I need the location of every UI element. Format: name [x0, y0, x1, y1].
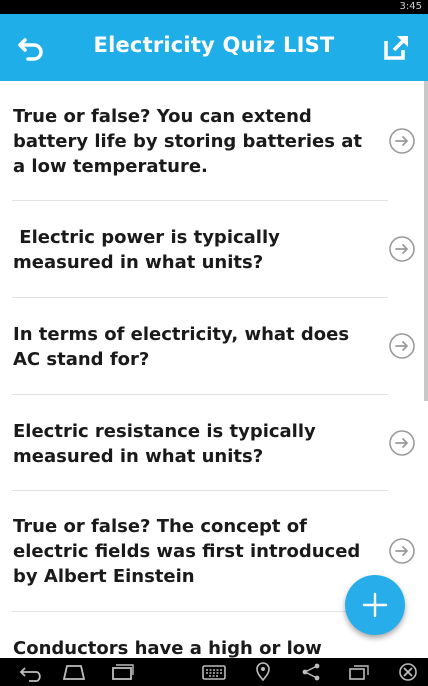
close-circle-icon[interactable]: [394, 662, 422, 682]
back-nav-icon[interactable]: [17, 662, 45, 682]
chevron-right-circle-icon[interactable]: [388, 429, 416, 457]
status-bar: 3:45: [0, 0, 428, 14]
open-external-icon[interactable]: [382, 32, 412, 62]
chevron-right-circle-icon[interactable]: [388, 127, 416, 155]
status-clock: 3:45: [399, 1, 422, 12]
list-item[interactable]: True or false? The concept of electric f…: [12, 491, 415, 612]
list-item[interactable]: Conductors have a high or low: [12, 612, 388, 658]
chevron-right-circle-icon[interactable]: [388, 537, 416, 565]
window-icon[interactable]: [345, 662, 373, 682]
question-text: In terms of electricity, what does AC st…: [13, 324, 356, 370]
list-item[interactable]: In terms of electricity, what does AC st…: [12, 298, 415, 395]
add-button[interactable]: [345, 575, 405, 635]
question-text: Conductors have a high or low: [13, 638, 322, 658]
question-list: True or false? You can extend battery li…: [0, 81, 428, 658]
chevron-right-circle-icon[interactable]: [388, 332, 416, 360]
question-text: True or false? The concept of electric f…: [13, 516, 367, 587]
share-nav-icon[interactable]: [297, 662, 325, 682]
question-text: True or false? You can extend battery li…: [13, 106, 369, 177]
plus-icon: [362, 592, 388, 618]
recent-apps-icon[interactable]: [108, 662, 136, 682]
page-title: Electricity Quiz LIST: [93, 33, 335, 57]
question-text: Electric power is typically measured in …: [13, 227, 287, 273]
list-item[interactable]: Electric resistance is typically measure…: [12, 395, 415, 491]
system-nav-bar: [0, 658, 428, 686]
back-icon[interactable]: [16, 32, 48, 64]
home-nav-icon[interactable]: [60, 662, 88, 682]
list-item[interactable]: Electric power is typically measured in …: [12, 201, 415, 298]
app-bar: Electricity Quiz LIST: [0, 14, 428, 81]
question-text: Electric resistance is typically measure…: [13, 421, 323, 467]
chevron-right-circle-icon[interactable]: [388, 235, 416, 263]
scrollbar[interactable]: [424, 81, 428, 401]
location-icon[interactable]: [249, 662, 277, 682]
keyboard-icon[interactable]: [200, 662, 228, 682]
list-item[interactable]: True or false? You can extend battery li…: [12, 81, 415, 201]
